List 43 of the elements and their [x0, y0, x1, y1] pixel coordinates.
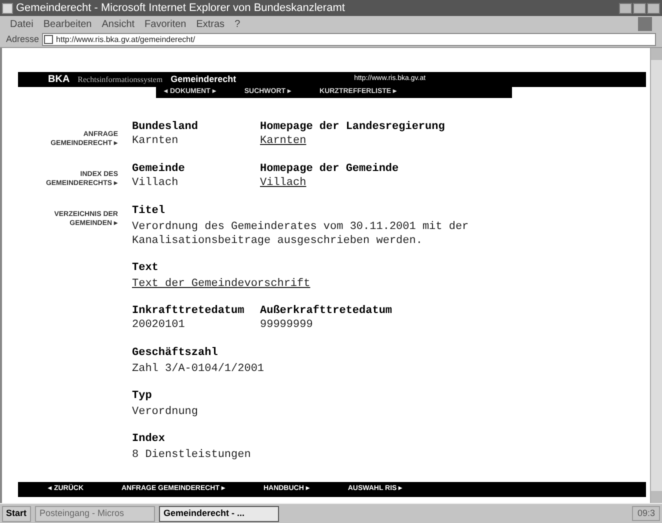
window-control-button[interactable]: [619, 2, 632, 14]
field-value: 20020101: [132, 318, 185, 332]
field-label: Index: [132, 432, 166, 446]
field-value: Karnten: [132, 134, 178, 148]
taskbar-item[interactable]: Posteingang - Micros: [34, 506, 155, 522]
field-value: Zahl 3/A-0104/1/2001: [132, 362, 264, 376]
menu-item[interactable]: ?: [234, 16, 240, 32]
field-value: Villach: [132, 176, 178, 190]
taskbar-item[interactable]: Gemeinderecht - ...: [158, 506, 279, 522]
field-label: Außerkrafttretedatum: [260, 304, 392, 318]
field-value: 8 Dienstleistungen: [132, 448, 251, 462]
address-label: Adresse: [6, 32, 40, 46]
field-label: Homepage der Landesregierung: [260, 120, 445, 134]
field-value: Verordnung: [132, 405, 198, 419]
window-control-button[interactable]: [647, 2, 660, 14]
field-label: Gemeinde: [132, 162, 185, 176]
address-field[interactable]: http://www.ris.bka.gv.at/gemeinderecht/: [42, 33, 656, 46]
field-value: Verordnung des Gemeinderates vom 30.11.2001 mit der Kanalisationsbeitrage ausgeschrieben werden.: [132, 220, 470, 248]
start-button[interactable]: Start: [2, 506, 31, 522]
field-label: Inkrafttretedatum: [132, 304, 244, 318]
logo-text: BKA: [48, 73, 70, 87]
menu-item[interactable]: Bearbeiten: [43, 16, 92, 32]
menu-item[interactable]: Extras: [196, 16, 225, 32]
link[interactable]: Karnten: [260, 134, 306, 148]
field-label: Text: [132, 261, 158, 275]
link[interactable]: Villach: [260, 176, 306, 190]
field-label: Typ: [132, 389, 152, 403]
menu-item[interactable]: Datei: [10, 16, 34, 32]
page-icon: [44, 35, 54, 44]
menu-item[interactable]: Ansicht: [102, 16, 135, 32]
link[interactable]: Text der Gemeindevorschrift: [132, 277, 310, 291]
field-label: Homepage der Gemeinde: [260, 162, 399, 176]
field-value: 99999999: [260, 318, 313, 332]
window-control-button[interactable]: [633, 2, 646, 14]
field-label: Titel: [132, 204, 166, 218]
system-name: Rechtsinformationssystem: [78, 74, 163, 86]
section-name: Gemeinderecht: [170, 72, 236, 86]
browser-icon: [2, 2, 13, 14]
menu-item[interactable]: Favoriten: [144, 16, 186, 32]
clock: 09:3: [632, 506, 660, 522]
window-title: Gemeinderecht - Microsoft Internet Explorer von Bundeskanzleramt: [16, 0, 345, 16]
field-label: Bundesland: [132, 120, 198, 134]
field-label: Geschäftszahl: [132, 346, 218, 360]
